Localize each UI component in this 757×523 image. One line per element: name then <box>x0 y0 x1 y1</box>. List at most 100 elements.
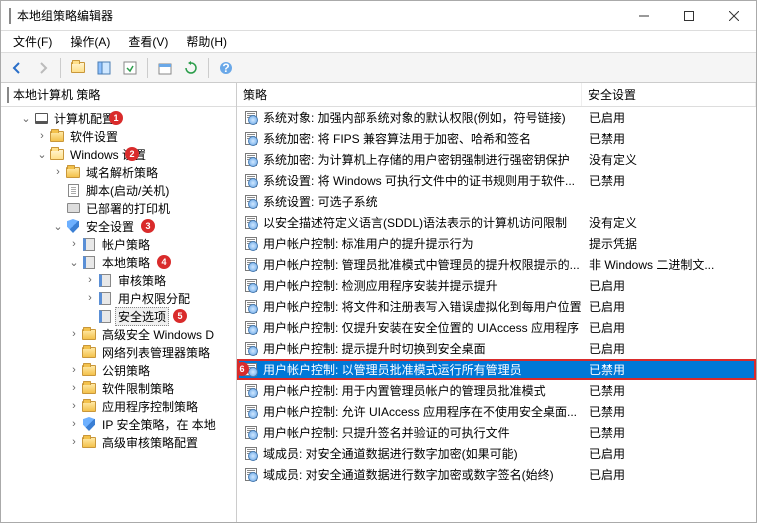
policy-setting: 已启用 <box>589 319 756 336</box>
tree-panel: 本地计算机 策略 ⌄计算机配置1›软件设置⌄Windows 设置2›域名解析策略… <box>1 83 237 522</box>
menu-action[interactable]: 操作(A) <box>62 31 118 52</box>
collapse-icon[interactable]: ⌄ <box>19 112 33 125</box>
expand-icon[interactable]: › <box>51 166 65 178</box>
column-setting[interactable]: 安全设置 <box>582 83 756 106</box>
tree-item[interactable]: › 用户权限分配 <box>3 289 236 307</box>
list-row[interactable]: 系统对象: 加强内部系统对象的默认权限(例如，符号链接)已启用 <box>237 107 756 128</box>
policy-setting: 没有定义 <box>589 214 756 231</box>
tree-item[interactable]: ›高级审核策略配置 <box>3 433 236 451</box>
help-button[interactable]: ? <box>214 56 238 80</box>
column-policy[interactable]: 策略 <box>237 83 582 106</box>
list-row[interactable]: 用户帐户控制: 允许 UIAccess 应用程序在不使用安全桌面...已禁用 <box>237 401 756 422</box>
expand-icon[interactable]: › <box>67 328 81 340</box>
tree-item[interactable]: ⌄ 安全设置 3 <box>3 217 236 235</box>
list-row[interactable]: 用户帐户控制: 检测应用程序安装并提示提升已启用 <box>237 275 756 296</box>
list-row[interactable]: 用户帐户控制: 提示提升时切换到安全桌面已启用 <box>237 338 756 359</box>
tree-item[interactable]: ›IP 安全策略，在 本地 <box>3 415 236 433</box>
expand-icon[interactable]: › <box>83 292 97 304</box>
expand-icon[interactable]: › <box>67 238 81 250</box>
tree-item[interactable]: ⌄计算机配置1 <box>3 109 236 127</box>
policy-setting: 已启用 <box>589 466 756 483</box>
tree-item-label: 帐户策略 <box>99 235 153 254</box>
expand-icon[interactable]: › <box>35 130 49 142</box>
tree[interactable]: ⌄计算机配置1›软件设置⌄Windows 设置2›域名解析策略脚本(启动/关机)… <box>1 107 236 522</box>
tree-item[interactable]: › 软件限制策略 <box>3 379 236 397</box>
titlebar: 本地组策略编辑器 <box>1 1 756 31</box>
expand-icon[interactable]: › <box>67 364 81 376</box>
up-button[interactable] <box>66 56 90 80</box>
list-row[interactable]: 系统加密: 将 FIPS 兼容算法用于加密、哈希和签名已禁用 <box>237 128 756 149</box>
list-row[interactable]: 域成员: 对安全通道数据进行数字加密(如果可能)已启用 <box>237 443 756 464</box>
list-row[interactable]: 用户帐户控制: 以管理员批准模式运行所有管理员已禁用6 <box>237 359 756 380</box>
tree-item[interactable]: 网络列表管理器策略 <box>3 343 236 361</box>
list-row[interactable]: 用户帐户控制: 只提升签名并验证的可执行文件已禁用 <box>237 422 756 443</box>
folder-icon <box>81 326 97 342</box>
maximize-button[interactable] <box>666 1 711 31</box>
policy-name: 域成员: 对安全通道数据进行数字加密或数字签名(始终) <box>263 466 589 483</box>
list-row[interactable]: 系统设置: 将 Windows 可执行文件中的证书规则用于软件...已禁用 <box>237 170 756 191</box>
list-row[interactable]: 系统加密: 为计算机上存储的用户密钥强制进行强密钥保护没有定义 <box>237 149 756 170</box>
policy-name: 系统设置: 将 Windows 可执行文件中的证书规则用于软件... <box>263 172 589 189</box>
list-row[interactable]: 系统设置: 可选子系统 <box>237 191 756 212</box>
tree-item[interactable]: ⌄本地策略4 <box>3 253 236 271</box>
tree-item[interactable]: ›公钥策略 <box>3 361 236 379</box>
policy-icon <box>243 257 259 273</box>
menu-file[interactable]: 文件(F) <box>5 31 60 52</box>
tree-item[interactable]: › 审核策略 <box>3 271 236 289</box>
minimize-button[interactable] <box>621 1 666 31</box>
list-row[interactable]: 用户帐户控制: 管理员批准模式中管理员的提升权限提示的...非 Windows … <box>237 254 756 275</box>
expand-icon[interactable]: › <box>67 382 81 394</box>
policy-icon <box>243 110 259 126</box>
policy-name: 系统加密: 将 FIPS 兼容算法用于加密、哈希和签名 <box>263 130 589 147</box>
list-row[interactable]: 以安全描述符定义语言(SDDL)语法表示的计算机访问限制没有定义 <box>237 212 756 233</box>
expand-icon[interactable]: › <box>67 400 81 412</box>
properties-button[interactable] <box>153 56 177 80</box>
policy-icon <box>243 215 259 231</box>
menu-view[interactable]: 查看(V) <box>120 31 176 52</box>
list-row[interactable]: 用户帐户控制: 标准用户的提升提示行为提示凭据 <box>237 233 756 254</box>
list-row[interactable]: 用户帐户控制: 仅提升安装在安全位置的 UIAccess 应用程序已启用 <box>237 317 756 338</box>
policy-icon <box>243 236 259 252</box>
book-icon <box>97 272 113 288</box>
policy-setting: 已启用 <box>589 298 756 315</box>
back-button[interactable] <box>5 56 29 80</box>
tree-header: 本地计算机 策略 <box>1 83 236 107</box>
policy-list[interactable]: 系统对象: 加强内部系统对象的默认权限(例如，符号链接)已启用系统加密: 将 F… <box>237 107 756 522</box>
book-icon <box>81 236 97 252</box>
list-row[interactable]: 域成员: 对安全通道数据进行数字加密或数字签名(始终)已启用 <box>237 464 756 485</box>
tree-item-label: 审核策略 <box>115 271 169 290</box>
folder-icon <box>81 398 97 414</box>
policy-setting: 已禁用 <box>589 130 756 147</box>
policy-icon <box>243 194 259 210</box>
tree-item[interactable]: ›应用程序控制策略 <box>3 397 236 415</box>
refresh-button[interactable] <box>179 56 203 80</box>
tree-item[interactable]: 已部署的打印机 <box>3 199 236 217</box>
collapse-icon[interactable]: ⌄ <box>67 256 81 269</box>
tree-item-label: 用户权限分配 <box>115 289 193 308</box>
tree-item[interactable]: 安全选项5 <box>3 307 236 325</box>
tree-item[interactable]: ›高级安全 Windows D <box>3 325 236 343</box>
show-hide-tree-button[interactable] <box>92 56 116 80</box>
collapse-icon[interactable]: ⌄ <box>35 148 49 161</box>
policy-setting: 已启用 <box>589 445 756 462</box>
expand-icon[interactable]: › <box>67 418 81 430</box>
forward-button[interactable] <box>31 56 55 80</box>
tree-item[interactable]: ›软件设置 <box>3 127 236 145</box>
export-list-button[interactable] <box>118 56 142 80</box>
tree-item[interactable]: ›域名解析策略 <box>3 163 236 181</box>
close-button[interactable] <box>711 1 756 31</box>
tree-item[interactable]: 脚本(启动/关机) <box>3 181 236 199</box>
list-row[interactable]: 用户帐户控制: 用于内置管理员帐户的管理员批准模式已禁用 <box>237 380 756 401</box>
collapse-icon[interactable]: ⌄ <box>51 220 65 233</box>
tree-item[interactable]: › 帐户策略 <box>3 235 236 253</box>
tree-item-label: 软件限制策略 <box>99 379 177 398</box>
tree-item[interactable]: ⌄Windows 设置2 <box>3 145 236 163</box>
expand-icon[interactable]: › <box>83 274 97 286</box>
annotation-badge: 3 <box>141 219 155 233</box>
menu-help[interactable]: 帮助(H) <box>178 31 235 52</box>
policy-name: 域成员: 对安全通道数据进行数字加密(如果可能) <box>263 445 589 462</box>
policy-name: 系统加密: 为计算机上存储的用户密钥强制进行强密钥保护 <box>263 151 589 168</box>
list-row[interactable]: 用户帐户控制: 将文件和注册表写入错误虚拟化到每用户位置已启用 <box>237 296 756 317</box>
expand-icon[interactable]: › <box>67 436 81 448</box>
tree-item-label: 安全设置 <box>83 217 137 236</box>
